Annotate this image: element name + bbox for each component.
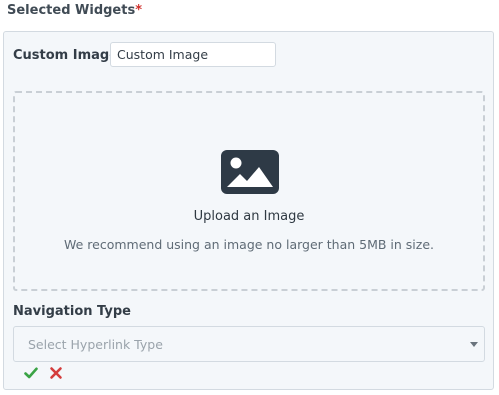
- required-indicator: *: [135, 3, 143, 18]
- image-upload-dropzone[interactable]: Upload an Image We recommend using an im…: [13, 91, 485, 291]
- selected-widgets-editor: Selected Widgets* Custom Image * Upload …: [0, 0, 499, 395]
- section-title-text: Selected Widgets: [7, 3, 136, 18]
- custom-image-name-input[interactable]: [110, 42, 276, 67]
- caret-down-icon: [470, 342, 478, 347]
- navigation-type-label: Navigation Type: [13, 304, 131, 319]
- check-icon[interactable]: [24, 366, 38, 380]
- upload-title: Upload an Image: [193, 209, 305, 224]
- hyperlink-type-select[interactable]: Select Hyperlink Type: [13, 326, 485, 362]
- section-title: Selected Widgets*: [7, 3, 142, 18]
- custom-image-label-text: Custom Image: [13, 48, 119, 63]
- widget-panel: Custom Image * Upload an Image We recomm…: [3, 31, 494, 390]
- image-icon: [221, 150, 279, 194]
- upload-size-hint: We recommend using an image no larger th…: [63, 237, 435, 252]
- close-icon[interactable]: [49, 366, 63, 380]
- select-placeholder: Select Hyperlink Type: [28, 337, 163, 352]
